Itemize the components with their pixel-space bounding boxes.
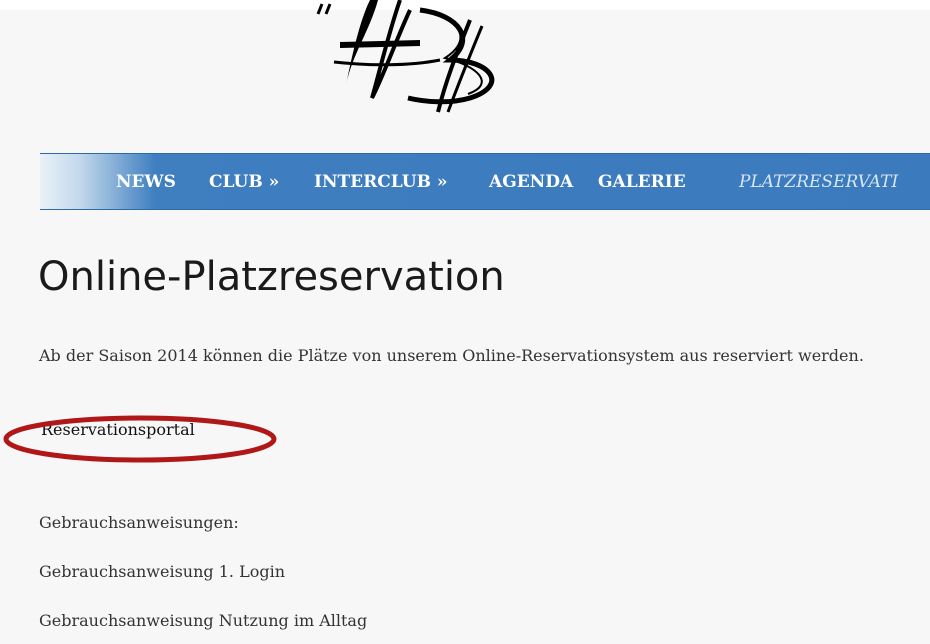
nav-item-platzreservation[interactable]: PLATZRESERVATI bbox=[739, 172, 898, 192]
nav-item-galerie[interactable]: GALERIE bbox=[598, 172, 686, 192]
page: NEWS CLUB » INTERCLUB » AGENDA GALERIE P… bbox=[0, 0, 930, 644]
nav-item-news[interactable]: NEWS bbox=[116, 172, 176, 192]
logo-mark bbox=[316, 3, 332, 15]
logo-stroke bbox=[370, 0, 412, 99]
manual-login-link[interactable]: Gebrauchsanweisung 1. Login bbox=[39, 562, 285, 581]
logo-stroke bbox=[340, 40, 420, 48]
nav-item-agenda[interactable]: AGENDA bbox=[489, 172, 573, 192]
intro-text: Ab der Saison 2014 können die Plätze von… bbox=[39, 346, 864, 365]
manuals-heading: Gebrauchsanweisungen: bbox=[39, 513, 239, 532]
nav-item-interclub[interactable]: INTERCLUB » bbox=[314, 172, 448, 192]
page-title: Online-Platzreservation bbox=[38, 254, 505, 300]
reservationsportal-link[interactable]: Reservationsportal bbox=[41, 420, 195, 439]
main-navigation: NEWS CLUB » INTERCLUB » AGENDA GALERIE P… bbox=[40, 153, 930, 210]
club-logo[interactable] bbox=[300, 0, 580, 120]
nav-item-club[interactable]: CLUB » bbox=[209, 172, 279, 192]
manual-alltag-link[interactable]: Gebrauchsanweisung Nutzung im Alltag bbox=[39, 611, 367, 630]
